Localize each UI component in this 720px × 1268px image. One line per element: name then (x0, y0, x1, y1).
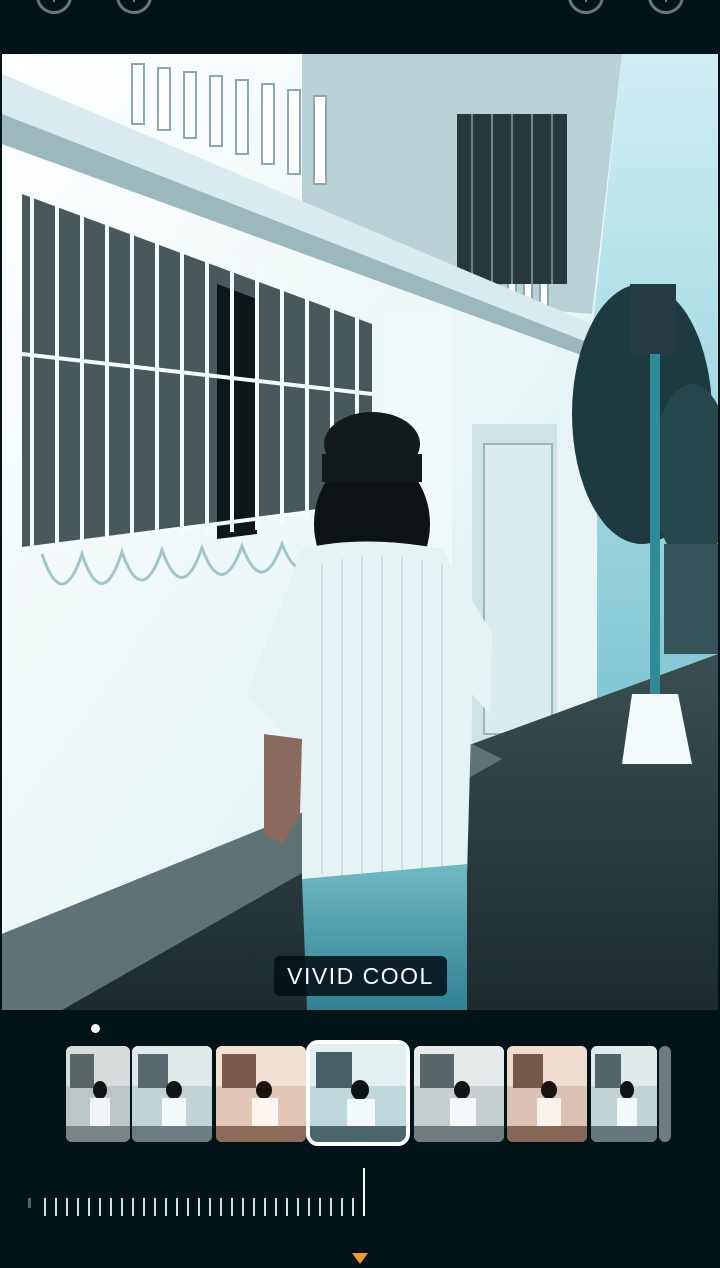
slider-tick (198, 1198, 200, 1216)
slider-tick (88, 1198, 90, 1216)
slider-tick (154, 1198, 156, 1216)
filter-thumbnail-strip[interactable] (0, 1040, 720, 1146)
slider-tick (220, 1198, 222, 1216)
redo-icon[interactable] (116, 0, 152, 14)
slider-tick (264, 1198, 266, 1216)
check-icon[interactable] (648, 0, 684, 14)
slider-tick (44, 1198, 46, 1216)
slider-tick (121, 1198, 123, 1216)
slider-tick (297, 1198, 299, 1216)
slider-tick (110, 1198, 112, 1216)
undo-icon[interactable] (36, 0, 72, 14)
slider-tick (187, 1198, 189, 1216)
filter-thumbnail-selected[interactable] (306, 1040, 410, 1146)
slider-tick (253, 1198, 255, 1216)
favorite-indicator-dot (91, 1024, 100, 1033)
slider-tick (352, 1198, 354, 1216)
slider-tick (55, 1198, 57, 1216)
slider-tick (77, 1198, 79, 1216)
slider-tick (231, 1198, 233, 1216)
slider-tick (242, 1198, 244, 1216)
slider-tick (99, 1198, 101, 1216)
filter-thumbnail[interactable] (414, 1046, 504, 1142)
slider-tick (330, 1198, 332, 1216)
compare-icon[interactable] (568, 0, 604, 14)
slider-tick (176, 1198, 178, 1216)
top-toolbar (0, 0, 720, 54)
filter-name-label: VIVID COOL (274, 956, 447, 996)
slider-tick (319, 1198, 321, 1216)
slider-tick (209, 1198, 211, 1216)
slider-tick (308, 1198, 310, 1216)
slider-start-mark (28, 1198, 31, 1208)
slider-tick (66, 1198, 68, 1216)
filter-thumbnail[interactable] (132, 1046, 212, 1142)
slider-tick (275, 1198, 277, 1216)
slider-pointer-icon (352, 1253, 368, 1264)
slider-tick (165, 1198, 167, 1216)
intensity-slider[interactable] (28, 1166, 368, 1218)
filter-thumbnail[interactable] (659, 1046, 671, 1142)
slider-tick (286, 1198, 288, 1216)
slider-current-tick (363, 1168, 365, 1216)
slider-tick (341, 1198, 343, 1216)
filter-thumbnail[interactable] (507, 1046, 587, 1142)
filter-thumbnail[interactable] (66, 1046, 130, 1142)
slider-tick (132, 1198, 134, 1216)
photo-preview[interactable] (2, 54, 718, 1010)
filter-thumbnail[interactable] (591, 1046, 657, 1142)
filter-thumbnail[interactable] (216, 1046, 306, 1142)
slider-tick (143, 1198, 145, 1216)
